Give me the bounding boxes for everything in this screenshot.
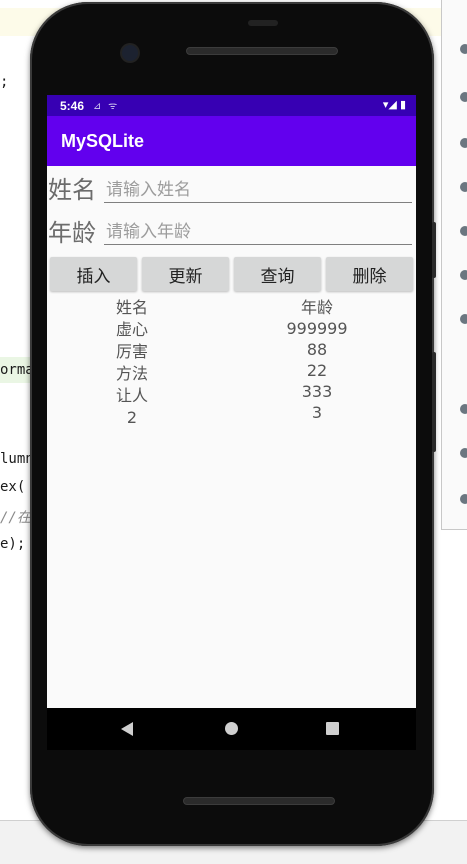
code-line: e); bbox=[0, 536, 26, 552]
name-cell: 2 bbox=[126, 408, 138, 427]
code-line: ; bbox=[0, 74, 9, 90]
toolbar-icon[interactable] bbox=[460, 448, 467, 458]
app-screen: 5:46 ⊿ ᯤ ▾◢ ▮ MySQLite 姓名 年龄 插入 更新 查询 删除… bbox=[47, 95, 416, 708]
name-cell: 让人 bbox=[115, 386, 148, 405]
age-cell: 3 bbox=[311, 403, 323, 422]
toolbar-icon[interactable] bbox=[460, 314, 467, 324]
volume-button[interactable] bbox=[432, 222, 436, 278]
wifi-signal-battery-icon: ▾◢ ▮ bbox=[382, 99, 406, 111]
toolbar-icon[interactable] bbox=[460, 226, 467, 236]
name-label: 姓名 bbox=[48, 176, 96, 204]
navigation-bar bbox=[47, 708, 416, 750]
age-input[interactable] bbox=[104, 215, 412, 245]
front-camera bbox=[122, 45, 138, 61]
status-time: 5:46 bbox=[60, 99, 85, 113]
age-column: 年龄 999999 88 22 333 3 bbox=[267, 297, 367, 423]
power-button[interactable] bbox=[432, 352, 436, 452]
age-cell: 333 bbox=[301, 382, 333, 401]
toolbar-icon[interactable] bbox=[460, 404, 467, 414]
toolbar-icon[interactable] bbox=[460, 182, 467, 192]
app-title: MySQLite bbox=[61, 131, 145, 151]
name-cell: 虚心 bbox=[115, 320, 148, 339]
age-cell: 22 bbox=[306, 361, 328, 380]
toolbar-icon[interactable] bbox=[460, 270, 467, 280]
phone-top-sensor bbox=[248, 20, 278, 26]
age-column-header: 年龄 bbox=[300, 298, 333, 317]
recents-icon[interactable] bbox=[326, 722, 339, 735]
update-button[interactable]: 更新 bbox=[142, 257, 229, 291]
name-input[interactable] bbox=[104, 173, 412, 203]
name-column: 姓名 虚心 厉害 方法 让人 2 bbox=[82, 297, 182, 429]
age-cell: 999999 bbox=[286, 319, 348, 338]
name-column-header: 姓名 bbox=[115, 298, 148, 317]
age-label: 年龄 bbox=[48, 219, 96, 247]
code-line: lumn bbox=[0, 451, 34, 467]
toolbar-icon[interactable] bbox=[460, 138, 467, 148]
toolbar-icon[interactable] bbox=[460, 494, 467, 504]
app-bar: MySQLite bbox=[47, 116, 416, 166]
home-icon[interactable] bbox=[225, 722, 238, 735]
code-line: orma bbox=[0, 362, 34, 378]
name-cell: 厉害 bbox=[115, 342, 148, 361]
toolbar-icon[interactable] bbox=[460, 92, 467, 102]
delete-button[interactable]: 删除 bbox=[326, 257, 413, 291]
earpiece-speaker bbox=[186, 47, 338, 55]
age-cell: 88 bbox=[306, 340, 328, 359]
status-bar: 5:46 ⊿ ᯤ ▾◢ ▮ bbox=[47, 95, 416, 116]
query-button[interactable]: 查询 bbox=[234, 257, 321, 291]
toolbar-icon[interactable] bbox=[460, 44, 467, 54]
code-line: ex( bbox=[0, 479, 26, 495]
notification-icons: ⊿ ᯤ bbox=[93, 101, 120, 112]
name-cell: 方法 bbox=[115, 364, 148, 383]
code-comment: //在 bbox=[0, 510, 31, 526]
insert-button[interactable]: 插入 bbox=[50, 257, 137, 291]
back-icon[interactable] bbox=[121, 722, 133, 736]
ide-side-toolbar bbox=[441, 0, 467, 530]
bottom-speaker bbox=[183, 797, 335, 805]
